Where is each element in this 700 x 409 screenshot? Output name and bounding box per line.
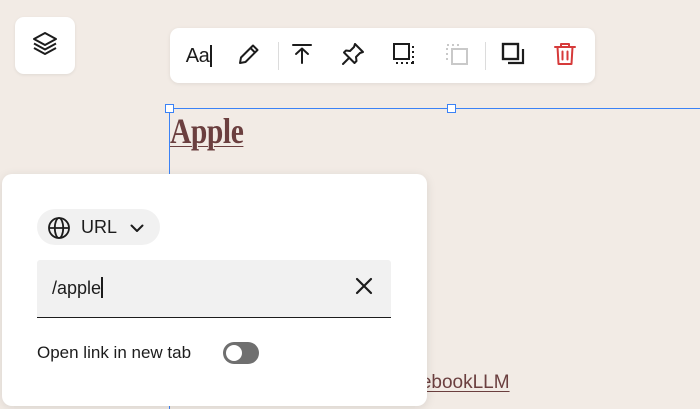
chevron-down-icon: [128, 219, 146, 242]
text-cursor: [101, 277, 103, 298]
selection-border-top: [169, 108, 700, 109]
text-cursor-icon: [210, 45, 213, 67]
url-input-value: /apple: [52, 278, 102, 298]
link-type-dropdown[interactable]: URL: [37, 209, 160, 245]
edit-button[interactable]: [230, 37, 268, 75]
select-area-disabled-button[interactable]: [438, 37, 476, 75]
pin-icon: [340, 41, 366, 72]
toolbar-divider: [485, 42, 486, 70]
duplicate-button[interactable]: [494, 37, 532, 75]
selected-link-text[interactable]: Apple: [170, 110, 244, 152]
align-top-icon: [289, 41, 315, 72]
delete-button[interactable]: [546, 37, 584, 75]
globe-icon: [47, 216, 71, 245]
url-input[interactable]: /apple: [37, 260, 391, 318]
open-in-new-tab-label: Open link in new tab: [37, 343, 192, 362]
trash-icon: [552, 41, 578, 72]
pencil-icon: [236, 41, 262, 72]
select-area-icon: [390, 40, 418, 73]
dashed-square-icon: [443, 40, 471, 73]
align-top-button[interactable]: [283, 37, 321, 75]
text-style-label: Aa: [185, 44, 210, 67]
duplicate-icon: [499, 40, 527, 73]
layers-button[interactable]: [15, 17, 75, 74]
layers-icon: [31, 29, 59, 62]
resize-handle-top-center[interactable]: [447, 104, 456, 113]
text-style-button[interactable]: Aa: [180, 37, 218, 75]
element-toolbar: Aa: [170, 28, 595, 83]
pin-button[interactable]: [334, 37, 372, 75]
clear-url-button[interactable]: [351, 275, 377, 301]
link-settings-panel: URL /apple Open link in new tab: [2, 174, 427, 406]
toolbar-divider: [278, 42, 279, 70]
select-area-button[interactable]: [385, 37, 423, 75]
toggle-knob: [226, 345, 242, 361]
open-in-new-tab-toggle[interactable]: [223, 342, 259, 364]
close-icon: [354, 276, 374, 301]
link-type-label: URL: [81, 217, 118, 237]
